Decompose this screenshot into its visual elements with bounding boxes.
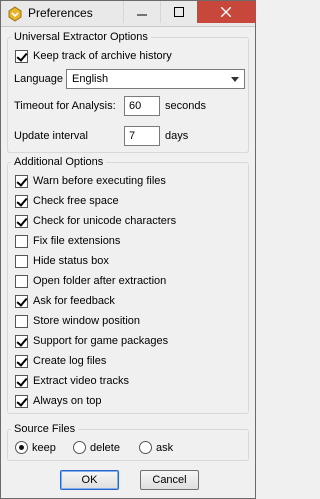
option-check[interactable] [15,275,28,288]
ok-button[interactable]: OK [60,470,119,490]
cancel-button-label: Cancel [152,474,187,486]
timeout-value: 60 [129,100,142,112]
language-select[interactable]: English [66,69,245,89]
close-icon [221,7,231,17]
option-label: Hide status box [33,255,109,267]
ok-button-label: OK [81,474,98,486]
window-title: Preferences [28,6,93,20]
option-store-window-position[interactable]: Store window position [15,314,245,330]
option-check[interactable] [15,375,28,388]
option-check[interactable] [15,355,28,368]
keep-history-checkbox[interactable]: Keep track of archive history [15,49,245,65]
option-label: Support for game packages [33,335,169,347]
source-files-legend: Source Files [14,423,76,435]
option-check[interactable] [15,235,28,248]
minimize-icon [136,14,147,16]
radio-label: ask [156,442,174,454]
source-delete-radio[interactable]: delete [73,441,131,456]
radio-label: keep [32,442,56,454]
option-hide-status-box[interactable]: Hide status box [15,254,245,270]
option-create-log-files[interactable]: Create log files [15,354,245,370]
additional-options-legend: Additional Options [14,156,104,168]
option-label: Check for unicode characters [33,215,177,227]
option-label: Always on top [33,395,102,407]
language-value: English [72,73,109,85]
update-interval-unit: days [165,130,189,142]
option-ask-feedback[interactable]: Ask for feedback [15,294,245,310]
option-check[interactable] [15,335,28,348]
option-label: Check free space [33,195,119,207]
radio-button[interactable] [15,441,28,454]
app-icon [8,6,22,22]
universal-options-legend: Universal Extractor Options [14,31,148,43]
option-label: Store window position [33,315,141,327]
close-button[interactable] [197,1,255,23]
option-label: Fix file extensions [33,235,121,247]
option-label: Extract video tracks [33,375,129,387]
option-game-packages[interactable]: Support for game packages [15,334,245,350]
option-check[interactable] [15,175,28,188]
option-label: Warn before executing files [33,175,166,187]
minimize-button[interactable] [123,1,159,23]
preferences-window: Preferences Universal Extractor Options … [0,0,256,499]
option-check[interactable] [15,215,28,228]
cancel-button[interactable]: Cancel [140,470,199,490]
option-label: Ask for feedback [33,295,115,307]
option-check[interactable] [15,295,28,308]
option-check[interactable] [15,315,28,328]
timeout-label: Timeout for Analysis: [14,100,116,112]
option-always-on-top[interactable]: Always on top [15,394,245,410]
timeout-input[interactable]: 60 [124,96,160,116]
radio-button[interactable] [139,441,152,454]
keep-history-check[interactable] [15,50,28,63]
option-check-free-space[interactable]: Check free space [15,194,245,210]
source-keep-radio[interactable]: keep [15,441,65,456]
update-interval-label: Update interval [14,130,88,142]
option-open-folder[interactable]: Open folder after extraction [15,274,245,290]
option-extract-video[interactable]: Extract video tracks [15,374,245,390]
language-label: Language [14,73,63,85]
option-fix-extensions[interactable]: Fix file extensions [15,234,245,250]
radio-label: delete [90,442,120,454]
source-ask-radio[interactable]: ask [139,441,179,456]
option-check-unicode[interactable]: Check for unicode characters [15,214,245,230]
maximize-button[interactable] [160,1,196,23]
update-interval-value: 7 [129,130,136,142]
option-warn-executing[interactable]: Warn before executing files [15,174,245,190]
option-check[interactable] [15,195,28,208]
option-label: Open folder after extraction [33,275,167,287]
title-bar[interactable]: Preferences [1,1,255,27]
chevron-down-icon [231,77,239,82]
keep-history-label: Keep track of archive history [33,50,172,62]
timeout-unit: seconds [165,100,206,112]
option-check[interactable] [15,395,28,408]
radio-button[interactable] [73,441,86,454]
update-interval-input[interactable]: 7 [124,126,160,146]
maximize-icon [173,7,184,17]
option-label: Create log files [33,355,107,367]
option-check[interactable] [15,255,28,268]
